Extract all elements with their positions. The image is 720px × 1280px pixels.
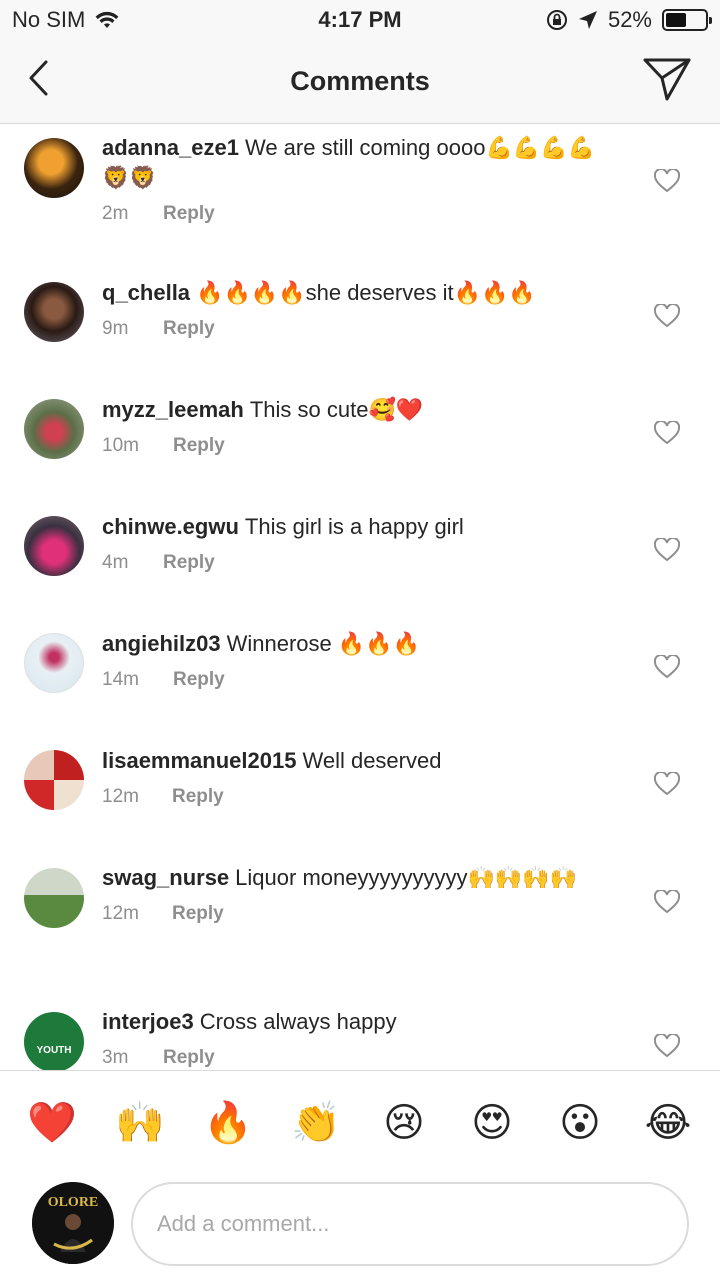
page-title: Comments [290,66,430,96]
reply-button[interactable]: Reply [172,786,224,808]
heart-icon[interactable] [654,538,680,562]
avatar[interactable] [24,750,84,810]
emoji-fire-button[interactable]: 🔥 [200,1099,256,1147]
avatar[interactable] [24,868,84,928]
comment-time: 12m [102,786,139,807]
comment-username[interactable]: chinwe.egwu [102,514,239,539]
comment-username[interactable]: myzz_leemah [102,397,244,422]
comment-username[interactable]: lisaemmanuel2015 [102,748,296,773]
status-bar: No SIM 4:17 PM 52% [0,0,720,40]
heart-icon[interactable] [654,169,680,193]
heart-icon[interactable] [654,655,680,679]
location-arrow-icon [578,11,597,29]
comment-time: 14m [102,669,139,690]
emoji-clap-button[interactable]: 👏 [288,1099,344,1147]
battery-icon [662,9,712,31]
reply-button[interactable]: Reply [163,1047,215,1069]
comment-time: 12m [102,903,139,924]
comment-text: 🔥🔥🔥🔥she deserves it🔥🔥🔥 [196,280,536,305]
comment-time: 4m [102,552,129,573]
heart-icon[interactable] [654,304,680,328]
comment-text: This so cute🥰❤️ [249,397,424,422]
emoji-heart-eyes-button[interactable]: 😍 [464,1099,520,1147]
comment-time: 9m [102,318,129,339]
share-button[interactable] [642,54,692,104]
comment-time: 2m [102,203,129,224]
reply-button[interactable]: Reply [172,903,224,925]
emoji-laugh-button[interactable]: 😂 [640,1099,696,1147]
avatar[interactable] [24,633,84,693]
heart-icon[interactable] [654,772,680,796]
comment-text: This girl is a happy girl [244,514,464,539]
comment-text: Cross always happy [199,1009,397,1034]
emoji-raised-hands-button[interactable]: 🙌 [112,1099,168,1147]
comment-username[interactable]: angiehilz03 [102,631,221,656]
battery-percent: 52% [607,7,652,32]
comments-list[interactable]: adanna_eze1 We are still coming oooo💪💪💪💪🦁… [0,125,720,1070]
avatar[interactable] [24,138,84,198]
reply-button[interactable]: Reply [163,318,215,340]
battery-level [666,13,686,27]
avatar-logo-text: OLORE [48,1195,99,1210]
comment-text: Liquor moneyyyyyyyyyy🙌🙌🙌🙌 [235,865,578,890]
comment-username[interactable]: interjoe3 [102,1009,194,1034]
emoji-surprised-button[interactable]: 😮 [552,1099,608,1147]
comment-username[interactable]: q_chella [102,280,190,305]
comment-input[interactable] [131,1182,689,1266]
current-user-avatar[interactable]: OLORE [32,1182,114,1264]
heart-icon[interactable] [654,890,680,914]
heart-icon[interactable] [654,1034,680,1058]
comment-time: 10m [102,435,139,456]
reply-button[interactable]: Reply [163,203,215,225]
avatar[interactable] [24,516,84,576]
avatar[interactable] [24,282,84,342]
emoji-quick-bar: ❤️ 🙌 🔥 👏 😢 😍 😮 😂 [0,1070,720,1176]
emoji-cry-button[interactable]: 😢 [376,1099,432,1147]
reply-button[interactable]: Reply [173,435,225,457]
avatar[interactable] [24,399,84,459]
orientation-lock-icon [546,10,567,30]
comment-composer: OLORE [0,1176,720,1280]
comment-text: Well deserved [302,748,442,773]
avatar-badge-text: YOUTH [36,1044,72,1056]
reply-button[interactable]: Reply [173,669,225,691]
avatar[interactable]: YOUTH [24,1012,84,1070]
nav-header: Comments [0,40,720,124]
paper-plane-icon [643,58,691,101]
emoji-heart-button[interactable]: ❤️ [24,1099,80,1147]
heart-icon[interactable] [654,421,680,445]
comment-time: 3m [102,1047,129,1068]
reply-button[interactable]: Reply [163,552,215,574]
comment-text: Winnerose 🔥🔥🔥 [226,631,421,656]
comment-username[interactable]: adanna_eze1 [102,135,239,160]
comment-username[interactable]: swag_nurse [102,865,229,890]
